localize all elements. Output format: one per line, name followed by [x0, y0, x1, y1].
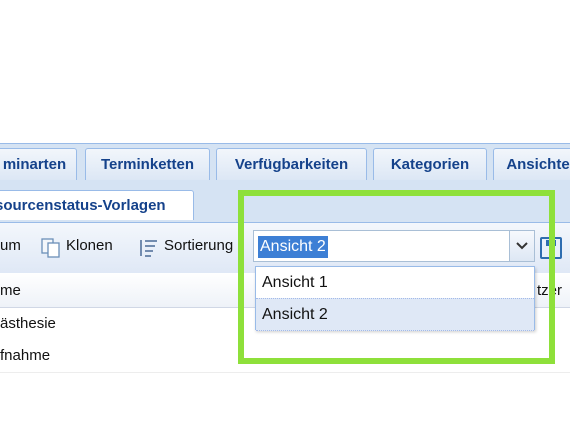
- tab-seminarten[interactable]: minarten: [0, 148, 77, 180]
- sort-icon: [140, 240, 157, 257]
- tab-ressourcenstatus-vorlagen[interactable]: sourcenstatus-Vorlagen: [0, 190, 194, 220]
- tab-label: sourcenstatus-Vorlagen: [0, 197, 166, 214]
- tab-terminketten[interactable]: Terminketten: [85, 148, 210, 180]
- chevron-down-icon: [516, 242, 528, 250]
- column-header-user[interactable]: tzer: [537, 282, 562, 299]
- view-select-dropdown: Ansicht 1 Ansicht 2: [255, 266, 535, 331]
- row-name-cell: ästhesie: [0, 315, 56, 332]
- tab-kategorien[interactable]: Kategorien: [373, 148, 487, 180]
- clone-button[interactable]: Klonen: [66, 237, 113, 254]
- column-header-name[interactable]: me: [0, 282, 21, 299]
- tab-ansichten[interactable]: Ansichte: [493, 148, 570, 180]
- toolbar-item-partial[interactable]: um: [0, 237, 21, 254]
- sort-button[interactable]: Sortierung: [164, 237, 244, 254]
- dropdown-option[interactable]: Ansicht 1: [256, 267, 534, 298]
- tab-verfuegbarkeiten[interactable]: Verfügbarkeiten: [216, 148, 367, 180]
- dropdown-option-selected[interactable]: Ansicht 2: [256, 298, 534, 331]
- view-select-trigger[interactable]: [509, 231, 534, 261]
- clone-icon: [41, 238, 60, 258]
- table-row[interactable]: fnahme: [0, 340, 570, 373]
- view-select-value[interactable]: Ansicht 2: [258, 236, 328, 258]
- view-select[interactable]: Ansicht 2: [253, 230, 535, 262]
- row-name-cell: fnahme: [0, 347, 51, 364]
- save-icon[interactable]: [540, 237, 562, 259]
